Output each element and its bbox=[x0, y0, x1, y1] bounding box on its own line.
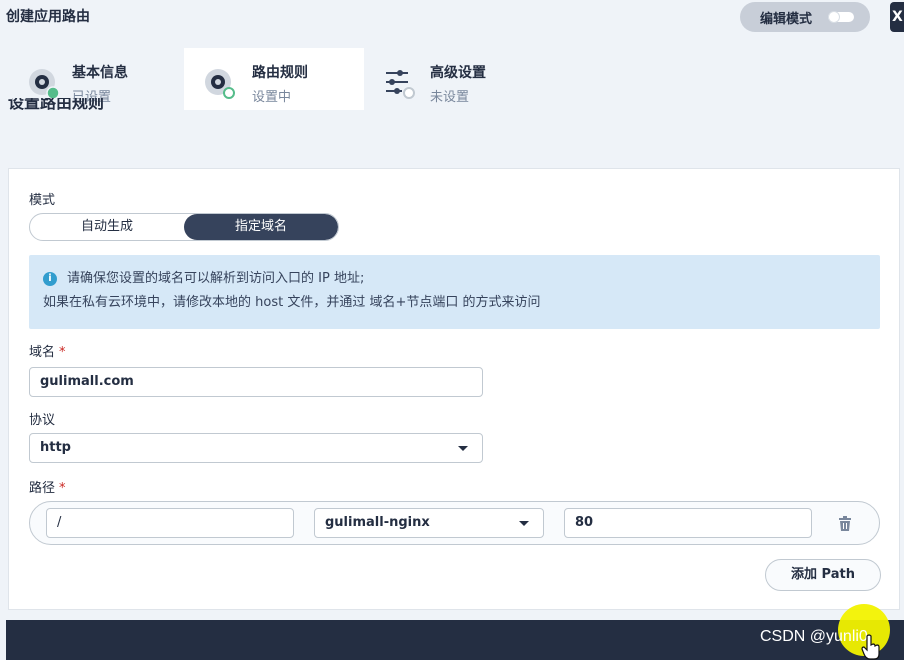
wizard-steps: 基本信息 已设置 路由规则 设置中 高级设置 未设置 bbox=[0, 48, 904, 110]
edit-mode-toggle-button[interactable]: 编辑模式 bbox=[740, 2, 870, 32]
path-rule-row: / gulimall-nginx 80 bbox=[29, 501, 880, 545]
add-path-button[interactable]: 添加 Path bbox=[765, 559, 881, 591]
mode-option-specify-domain[interactable]: 指定域名 bbox=[184, 214, 338, 240]
step-active-icon bbox=[205, 69, 235, 99]
path-input[interactable]: / bbox=[46, 508, 294, 538]
section-title-text: 设置路由规则 bbox=[8, 98, 105, 110]
path-label-text: 路径 bbox=[29, 481, 56, 496]
info-line-1: 请确保您设置的域名可以解析到访问入口的 IP 地址; bbox=[67, 271, 365, 286]
modal-header: 创建应用路由 编辑模式 X bbox=[0, 0, 904, 48]
modal-title: 创建应用路由 bbox=[6, 9, 90, 25]
step-title: 路由规则 bbox=[252, 65, 308, 81]
toggle-switch-icon bbox=[828, 11, 855, 23]
watermark: CSDN @yunli0 bbox=[760, 628, 868, 645]
path-label: 路径 * bbox=[29, 477, 66, 496]
mode-option-auto[interactable]: 自动生成 bbox=[30, 214, 184, 240]
mode-label: 模式 bbox=[29, 193, 56, 208]
protocol-label: 协议 bbox=[29, 413, 56, 428]
close-button[interactable]: X bbox=[890, 2, 904, 32]
step-route-rules[interactable]: 路由规则 设置中 bbox=[184, 48, 364, 110]
step-title: 基本信息 bbox=[72, 65, 128, 81]
step-status: 设置中 bbox=[252, 90, 292, 105]
step-status: 未设置 bbox=[430, 90, 470, 105]
step-done-icon bbox=[29, 69, 60, 100]
domain-label-text: 域名 bbox=[29, 345, 56, 360]
section-title-partial: 设置路由规则 bbox=[8, 98, 104, 110]
required-mark: * bbox=[59, 481, 66, 496]
step-advanced-settings[interactable]: 高级设置 未设置 bbox=[364, 48, 544, 110]
protocol-select[interactable]: http bbox=[29, 433, 483, 463]
sliders-icon bbox=[386, 70, 415, 99]
port-input[interactable]: 80 bbox=[564, 508, 812, 538]
required-mark: * bbox=[59, 345, 66, 360]
mode-segmented-control: 自动生成 指定域名 bbox=[29, 213, 339, 241]
trash-icon[interactable] bbox=[838, 516, 852, 532]
info-notice: i 请确保您设置的域名可以解析到访问入口的 IP 地址; 如果在私有云环境中，请… bbox=[29, 255, 880, 329]
step-title: 高级设置 bbox=[430, 65, 486, 81]
domain-input[interactable]: gulimall.com bbox=[29, 367, 483, 397]
route-rule-form: 模式 自动生成 指定域名 i 请确保您设置的域名可以解析到访问入口的 IP 地址… bbox=[8, 168, 900, 610]
info-icon: i bbox=[43, 272, 57, 286]
hand-cursor-icon bbox=[861, 634, 880, 660]
edit-mode-label: 编辑模式 bbox=[760, 11, 813, 27]
info-line-2: 如果在私有云环境中，请修改本地的 host 文件，并通过 域名+节点端口 的方式… bbox=[43, 295, 541, 310]
domain-label: 域名 * bbox=[29, 341, 66, 360]
service-select[interactable]: gulimall-nginx bbox=[314, 508, 544, 538]
